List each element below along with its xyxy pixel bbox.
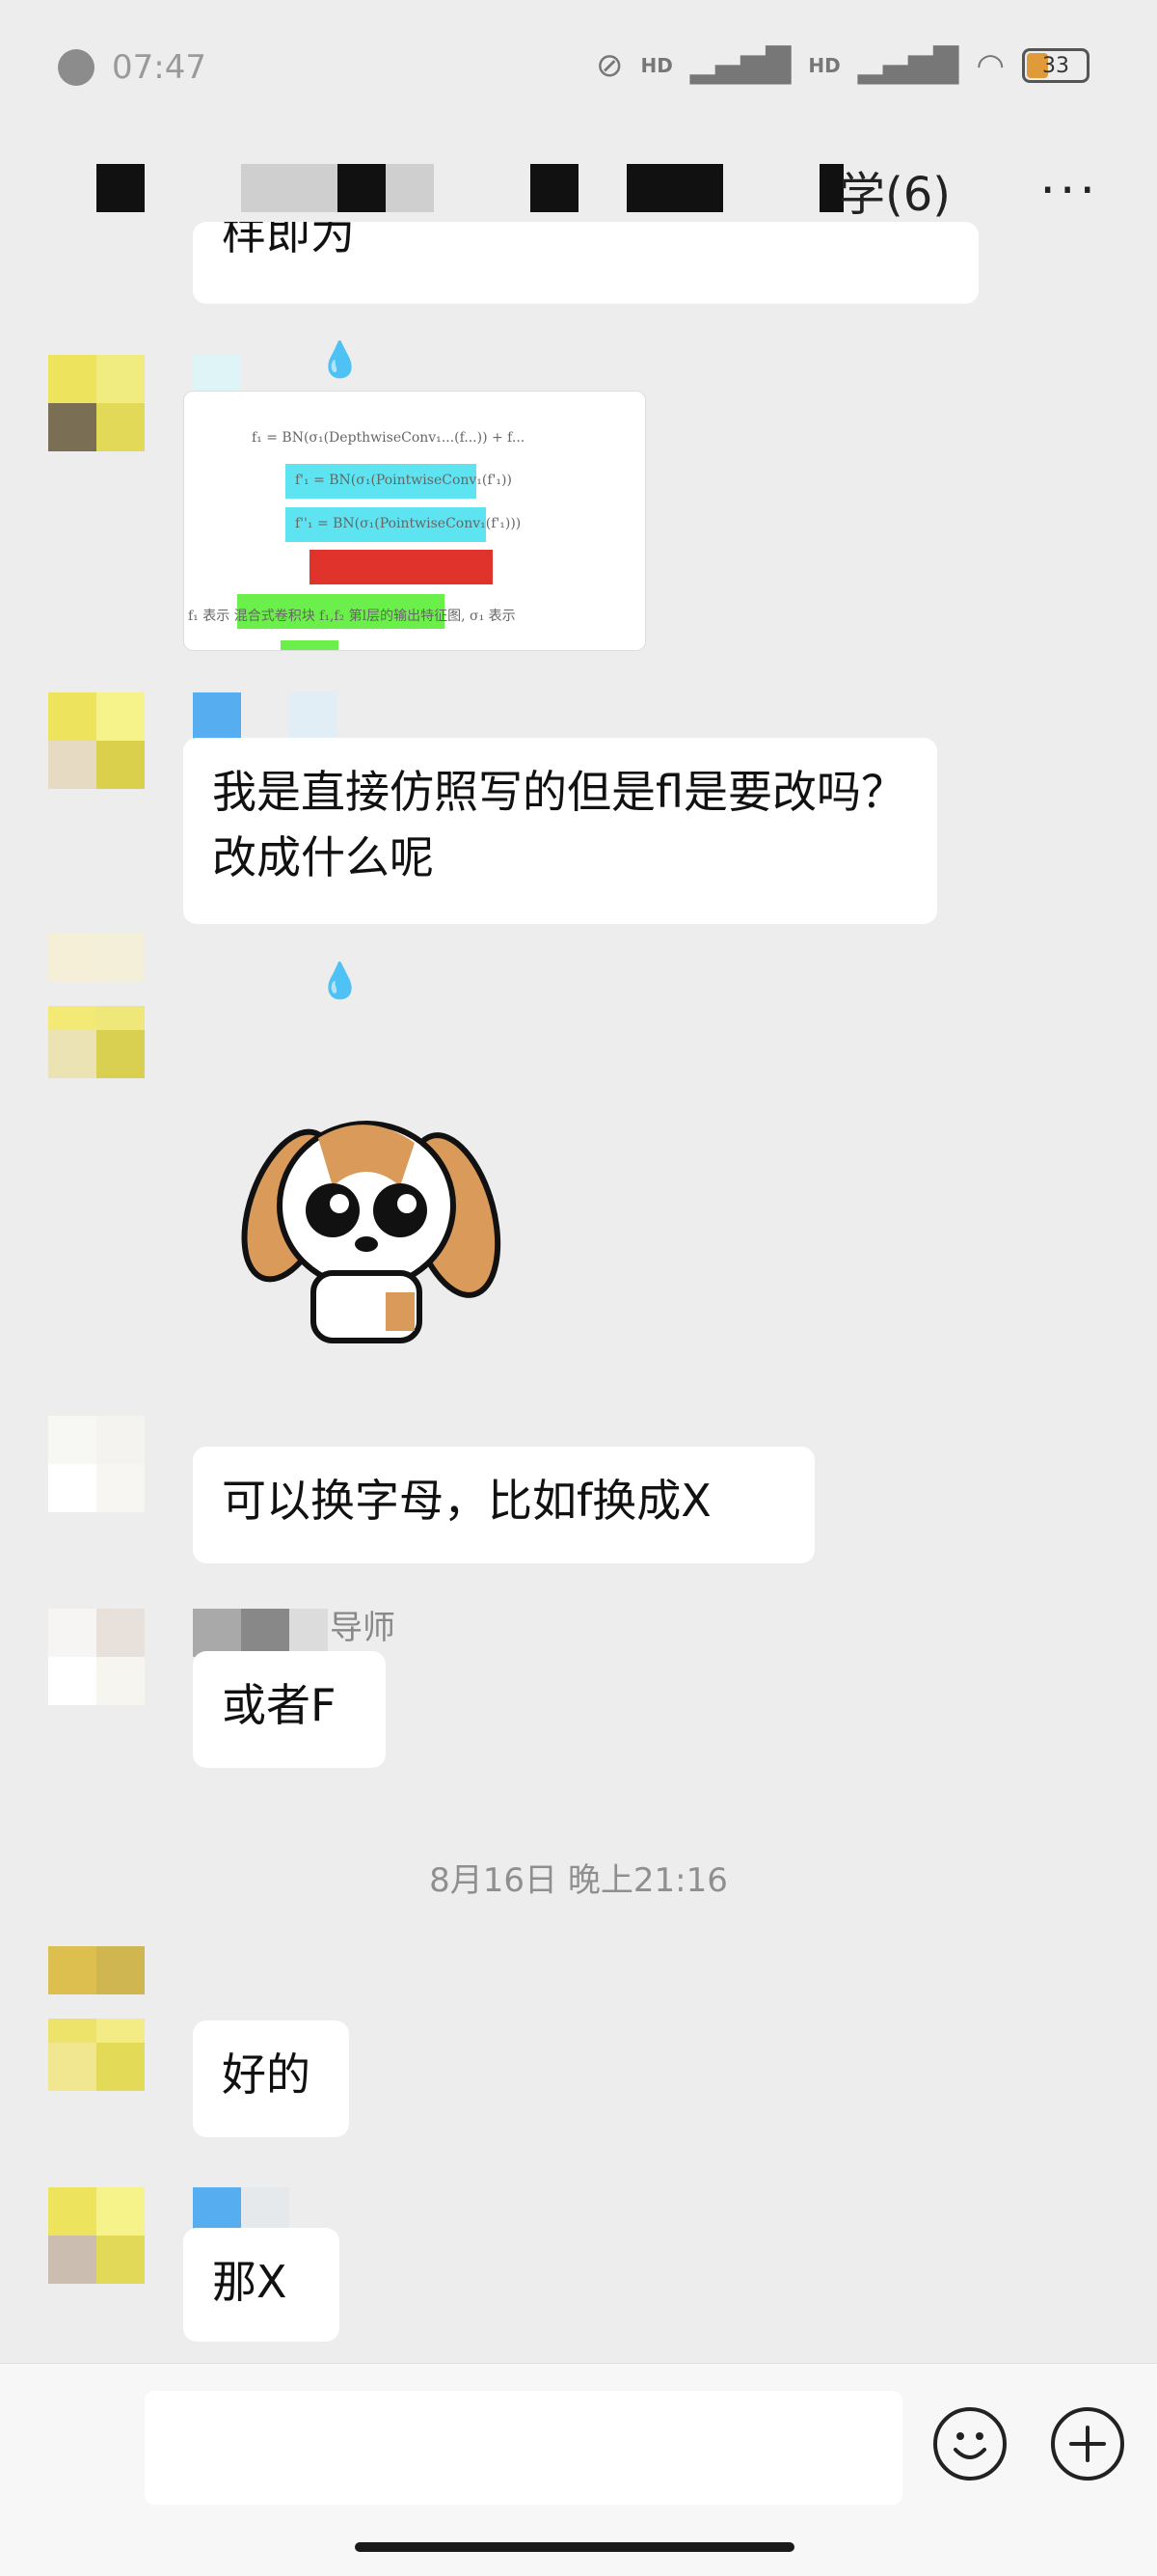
message-text: 或者F — [222, 1679, 336, 1731]
redacted-block — [337, 164, 386, 212]
redacted-block — [241, 164, 337, 212]
signal-icon: ▂▄▆█ — [689, 46, 792, 85]
wifi-icon: ◠ — [976, 46, 1005, 85]
avatar-bottom — [48, 2043, 145, 2091]
sender-name-redacted — [193, 692, 241, 741]
signal-icon-2: ▂▄▆█ — [857, 46, 959, 85]
puppy-sticker[interactable] — [231, 1099, 501, 1350]
avatar-bottom — [48, 1030, 145, 1078]
battery-level: 33 — [1042, 53, 1069, 78]
droplet-icon: 💧 — [318, 962, 362, 1001]
mute-icon: ⊘ — [595, 46, 624, 85]
timestamp: 8月16日 晚上21:16 — [429, 1861, 728, 1900]
emoji-face-icon — [954, 2432, 986, 2459]
message-bubble[interactable]: 或者F — [193, 1651, 386, 1768]
battery-icon: 33 — [1022, 48, 1090, 83]
message-bubble[interactable]: 我是直接仿照写的但是fl是要改吗？改成什么呢 — [183, 738, 937, 924]
avatar[interactable] — [48, 1609, 145, 1705]
message-text: 好的 — [222, 2048, 310, 2101]
image-message[interactable]: f₁ = BN(σ₁(DepthwiseConv₁...(f...)) + f.… — [183, 391, 646, 651]
message-bubble[interactable]: 样即为 — [193, 222, 979, 304]
emoji-icon[interactable] — [933, 2407, 1007, 2481]
sender-name-redacted — [289, 1609, 328, 1657]
sender-name: 导师 — [330, 1609, 395, 1647]
message-text: 我是直接仿照写的但是fl是要改吗？改成什么呢 — [212, 766, 905, 883]
sender-name-redacted — [289, 692, 337, 741]
home-indicator[interactable] — [355, 2542, 794, 2552]
message-text: 那X — [212, 2256, 287, 2308]
status-indicator-icon — [58, 49, 94, 86]
redacted-block — [627, 164, 723, 212]
message-input[interactable] — [145, 2391, 902, 2505]
message-bubble[interactable]: 那X — [183, 2228, 339, 2342]
avatar[interactable] — [48, 355, 145, 451]
signal-label-2: HD — [808, 54, 841, 77]
redacted-block — [530, 164, 578, 212]
more-dots-icon[interactable]: ··· — [1039, 166, 1099, 216]
sender-name-redacted — [193, 1609, 241, 1657]
plus-icon[interactable] — [1051, 2407, 1124, 2481]
message-bubble[interactable]: 好的 — [193, 2020, 349, 2137]
redacted-block — [386, 164, 434, 212]
sender-name-redacted — [241, 1609, 289, 1657]
avatar[interactable] — [48, 1416, 145, 1512]
avatar[interactable] — [48, 692, 145, 789]
signal-label: HD — [640, 54, 673, 77]
droplet-icon: 💧 — [318, 340, 362, 380]
message-text: 样即为 — [222, 222, 355, 259]
message-text: 可以换字母，比如f换成X — [222, 1475, 712, 1527]
status-time: 07:47 — [112, 48, 206, 87]
chat-title[interactable]: 学(6) — [839, 156, 951, 224]
redacted-block — [96, 164, 145, 212]
plus-sign-icon — [1069, 2426, 1106, 2462]
message-bubble[interactable]: 可以换字母，比如f换成X — [193, 1447, 815, 1563]
avatar[interactable] — [48, 2187, 145, 2284]
status-bar: 07:47 ⊘ HD ▂▄▆█ HD ▂▄▆█ ◠ 33 — [0, 0, 1157, 135]
